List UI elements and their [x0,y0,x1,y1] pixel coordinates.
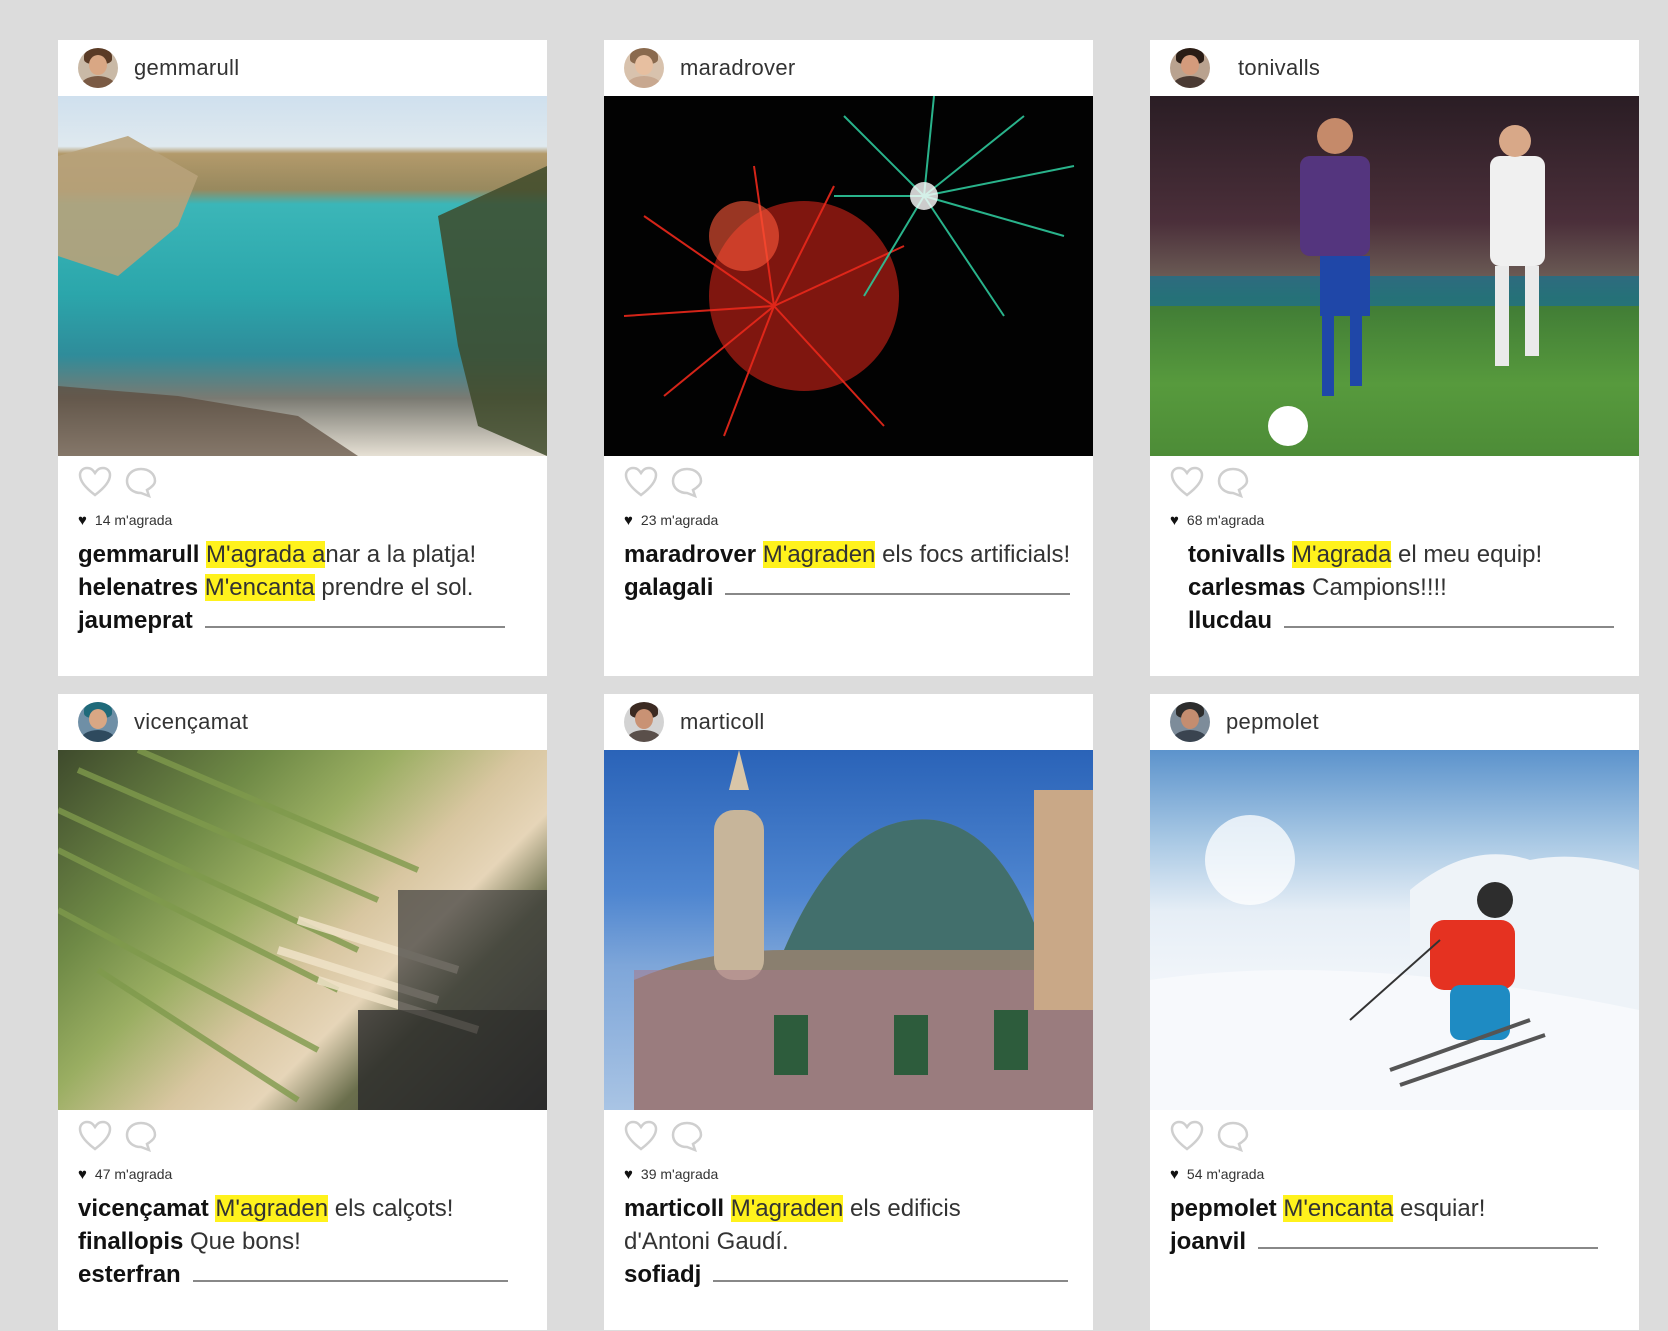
speech-bubble-icon[interactable] [670,466,704,498]
post-photo[interactable] [604,96,1093,456]
comment: helenatres M'encanta prendre el sol. [78,574,474,601]
likes-count: ♥ 14 m'agrada [78,511,173,529]
post-username[interactable]: tonivalls [1238,55,1320,81]
speech-bubble-icon[interactable] [1216,1120,1250,1152]
heart-filled-icon: ♥ [624,1165,633,1183]
post-grid: gemmarull ♥ 14 m'agrada gemmarull M'agra… [58,40,1639,1330]
heart-filled-icon: ♥ [78,511,87,529]
heart-filled-icon: ♥ [1170,1165,1179,1183]
comment-list: marticoll M'agraden els edificis d'Anton… [604,1186,1093,1291]
avatar[interactable] [78,48,118,88]
post-username[interactable]: vicençamat [134,709,248,735]
comment: gemmarull M'agrada anar a la platja! [78,541,477,568]
likes-count: ♥ 47 m'agrada [78,1165,173,1183]
likes-count: ♥ 54 m'agrada [1170,1165,1265,1183]
comment-input-row: galagali [624,571,1075,604]
comment-continuation: d'Antoni Gaudí. [624,1228,789,1255]
comment-list: vicençamat M'agraden els calçots! finall… [58,1186,547,1291]
likes-count: ♥ 68 m'agrada [1170,511,1265,529]
post-photo[interactable] [604,750,1093,1110]
avatar[interactable] [1170,702,1210,742]
post-actions [1150,456,1639,508]
comment-blank[interactable] [204,606,505,628]
post-photo[interactable] [58,96,547,456]
speech-bubble-icon[interactable] [670,1120,704,1152]
heart-outline-icon[interactable] [1170,466,1204,498]
comment-input-row: joanvil [1170,1225,1621,1258]
comment-list: pepmolet M'encanta esquiar! joanvil [1150,1186,1639,1258]
post-header: gemmarull [58,40,547,96]
post-card: marticoll ♥ 39 m'agrada marticoll M'agra… [604,694,1093,1330]
post-photo[interactable] [1150,750,1639,1110]
post-header: vicençamat [58,694,547,750]
comment: tonivalls M'agrada el meu equip! [1188,541,1543,568]
comment-blank[interactable] [192,1260,508,1282]
heart-filled-icon: ♥ [1170,511,1179,529]
post-actions [58,456,547,508]
comment: finallopis Que bons! [78,1228,301,1255]
post-actions [58,1110,547,1162]
post-card: gemmarull ♥ 14 m'agrada gemmarull M'agra… [58,40,547,676]
post-header: tonivalls [1150,40,1639,96]
comment-input-row: jaumeprat [78,604,529,637]
likes-count: ♥ 39 m'agrada [624,1165,719,1183]
comment: maradrover M'agraden els focs artificial… [624,541,1071,568]
post-username[interactable]: maradrover [680,55,795,81]
comment-input-row: llucdau [1188,604,1621,637]
heart-outline-icon[interactable] [624,1120,658,1152]
comment-input-row: esterfran [78,1258,529,1291]
comment: pepmolet M'encanta esquiar! [1170,1195,1486,1222]
post-card: pepmolet ♥ 54 m'agrada pepmolet M'encant… [1150,694,1639,1330]
post-card: vicençamat ♥ 47 m'agrada vicençamat M'ag… [58,694,547,1330]
heart-filled-icon: ♥ [624,511,633,529]
comment-blank[interactable] [1258,1227,1599,1249]
comment-blank[interactable] [725,573,1071,595]
avatar[interactable] [78,702,118,742]
avatar[interactable] [1170,48,1210,88]
heart-outline-icon[interactable] [78,466,112,498]
comment-list: maradrover M'agraden els focs artificial… [604,532,1093,604]
post-username[interactable]: pepmolet [1226,709,1319,735]
speech-bubble-icon[interactable] [1216,466,1250,498]
heart-filled-icon: ♥ [78,1165,87,1183]
post-actions [1150,1110,1639,1162]
likes-count: ♥ 23 m'agrada [624,511,719,529]
heart-outline-icon[interactable] [624,466,658,498]
heart-outline-icon[interactable] [78,1120,112,1152]
avatar[interactable] [624,48,664,88]
heart-outline-icon[interactable] [1170,1120,1204,1152]
comment-list: tonivalls M'agrada el meu equip! carlesm… [1150,532,1639,637]
comment-blank[interactable] [1284,606,1615,628]
post-username[interactable]: gemmarull [134,55,239,81]
post-header: maradrover [604,40,1093,96]
post-card: tonivalls ♥ 68 m'agrada tonivalls M'agra… [1150,40,1639,676]
comment-input-row: sofiadj [624,1258,1075,1291]
comment: vicençamat M'agraden els calçots! [78,1195,454,1222]
post-username[interactable]: marticoll [680,709,765,735]
speech-bubble-icon[interactable] [124,466,158,498]
post-photo[interactable] [58,750,547,1110]
avatar[interactable] [624,702,664,742]
post-header: marticoll [604,694,1093,750]
post-photo[interactable] [1150,96,1639,456]
post-header: pepmolet [1150,694,1639,750]
comment-blank[interactable] [713,1260,1069,1282]
comment: carlesmas Campions!!!! [1188,574,1447,601]
comment: marticoll M'agraden els edificis [624,1195,961,1222]
comment-list: gemmarull M'agrada anar a la platja! hel… [58,532,547,637]
post-actions [604,456,1093,508]
post-card: maradrover ♥ 23 m'agrada maradrover M'ag… [604,40,1093,676]
post-actions [604,1110,1093,1162]
speech-bubble-icon[interactable] [124,1120,158,1152]
